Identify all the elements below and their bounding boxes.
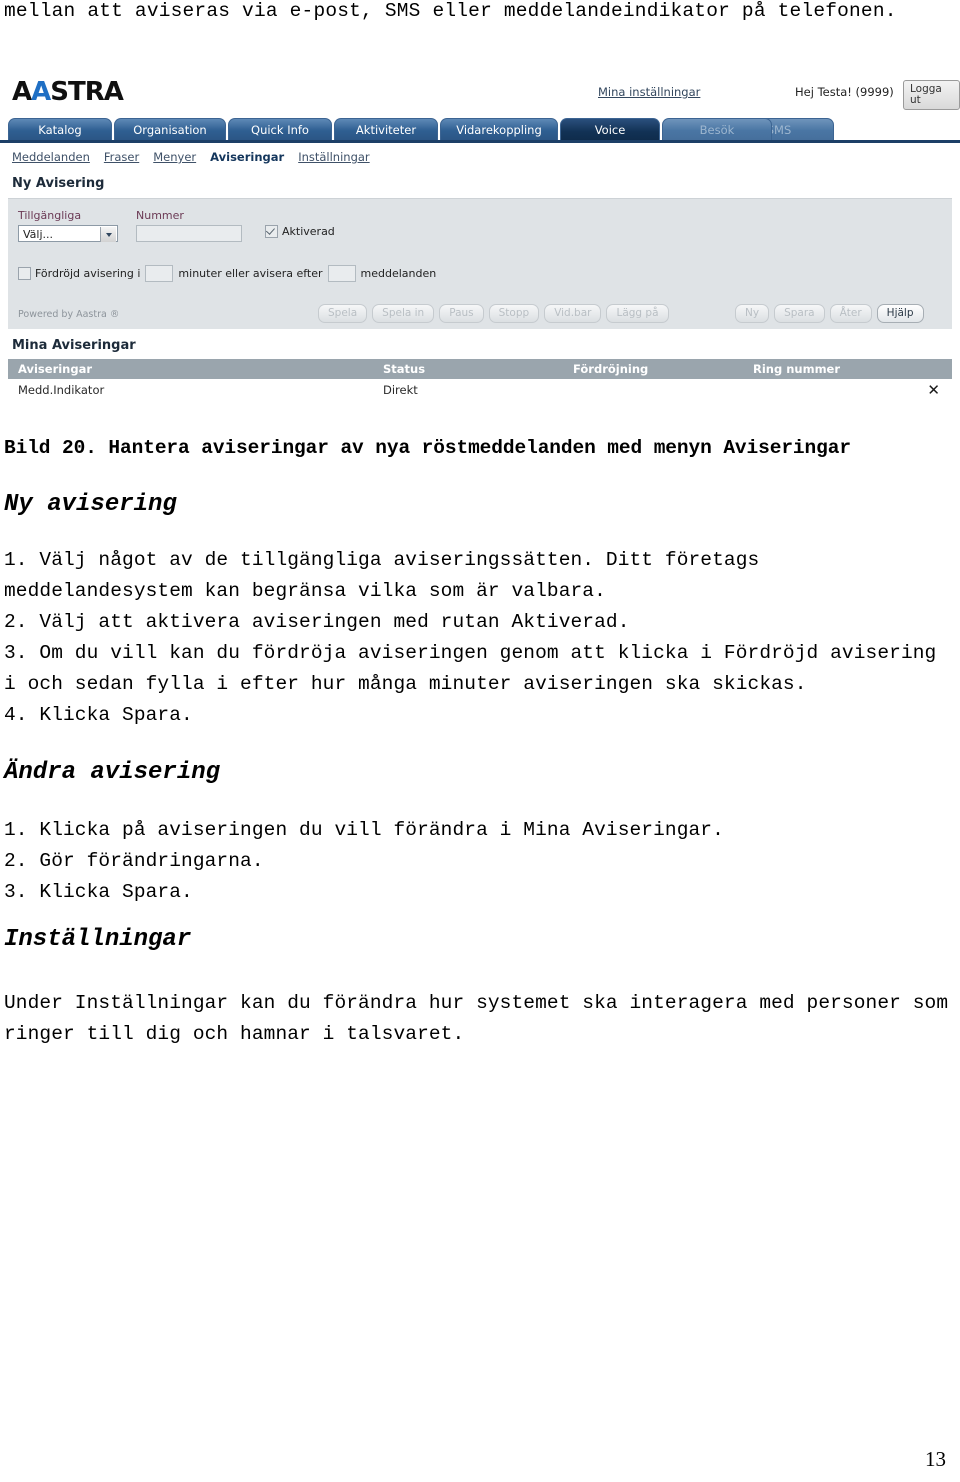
delay-messages-input[interactable] (327, 265, 356, 282)
delay-middle-label: minuter eller avisera efter (178, 267, 323, 280)
button-ny: Ny (735, 304, 770, 323)
tab-vidarekoppling[interactable]: Vidarekoppling (440, 118, 558, 140)
delay-minutes-input[interactable] (145, 265, 174, 282)
button--ter: Åter (829, 304, 872, 323)
column-header-ring-nummer: Ring nummer (753, 362, 841, 376)
tab-quick-info[interactable]: Quick Info (228, 118, 332, 140)
intro-paragraph: mellan att aviseras via e-post, SMS elle… (4, 0, 897, 22)
paragraph-installningar: Under Inställningar kan du förändra hur … (4, 992, 949, 1045)
delay-suffix-label: meddelanden (360, 267, 437, 280)
action-button-group: Ny Spara Åter Hjälp (735, 304, 924, 323)
figure-caption: Bild 20. Hantera aviseringar av nya röst… (4, 437, 851, 459)
chevron-down-icon[interactable] (100, 227, 116, 242)
column-header-fordrojning: Fördröjning (573, 362, 649, 376)
checkbox-icon-aktiverad[interactable] (265, 225, 278, 238)
button-spela: Spela (318, 304, 368, 323)
steps-andra-avisering: 1. Klicka på aviseringen du vill förändr… (4, 819, 724, 903)
notifications-table: Aviseringar Status Fördröjning Ring numm… (8, 359, 952, 401)
fordrojd-label: Fördröjd avisering i (35, 267, 141, 280)
button-hj-lp[interactable]: Hjälp (876, 304, 924, 323)
aktiverad-label: Aktiverad (282, 225, 335, 238)
steps-ny-avisering: 1. Välj något av de tillgängliga aviseri… (4, 549, 937, 726)
button-l-gg-p-: Lägg på (606, 304, 669, 323)
tab-katalog[interactable]: Katalog (8, 118, 112, 140)
button-spara: Spara (774, 304, 825, 323)
column-header-status: Status (383, 362, 426, 376)
heading-andra-avisering: Ändra avisering (4, 759, 221, 786)
delayed-notification-row: Fördröjd avisering i minuter eller avise… (18, 265, 436, 282)
powered-by-text: Powered by Aastra ® (18, 309, 120, 320)
button-paus: Paus (439, 304, 484, 323)
user-greeting: Hej Testa! (9999) (795, 85, 894, 99)
logo-letter-2: A (31, 77, 51, 107)
table-row[interactable]: Medd.Indikator Direkt ✕ (8, 379, 952, 401)
label-nummer: Nummer (136, 209, 184, 222)
logout-button[interactable]: Logga ut (903, 80, 960, 110)
button-vid-bar: Vid.bar (544, 304, 602, 323)
subnav-item-aviseringar[interactable]: Aviseringar (210, 150, 284, 164)
logo-text: STRA (50, 77, 124, 107)
subnav-item-fraser[interactable]: Fraser (104, 150, 139, 164)
sub-navigation: Meddelanden Fraser Menyer Aviseringar Instäl… (0, 146, 960, 166)
label-tillgangliga: Tillgängliga (18, 209, 82, 222)
aktiverad-checkbox-row[interactable]: Aktiverad (265, 225, 335, 238)
list-section-title: Mina Aviseringar (12, 338, 136, 353)
column-header-aviseringar: Aviseringar (18, 362, 93, 376)
subnav-item-menyer[interactable]: Menyer (153, 150, 196, 164)
checkbox-icon-fordrojd[interactable] (18, 267, 31, 280)
tab-voice[interactable]: Voice (560, 118, 660, 140)
page-number: 13 (925, 1447, 946, 1471)
tab-organisation[interactable]: Organisation (114, 118, 226, 140)
cell-aviseringar: Medd.Indikator (18, 383, 105, 397)
button-spela-in: Spela in (372, 304, 435, 323)
table-header-row: Aviseringar Status Fördröjning Ring numm… (8, 359, 952, 379)
tab-aktiviteter[interactable]: Aktiviteter (334, 118, 438, 140)
form-section-title: Ny Avisering (12, 176, 105, 191)
close-icon[interactable]: ✕ (903, 381, 952, 399)
tillgangliga-select[interactable]: Välj... (18, 225, 118, 242)
aastra-logo: AASTRA (12, 77, 124, 107)
logo-letter-1: A (12, 77, 32, 107)
mina-installningar-link[interactable]: Mina inställningar (598, 85, 700, 99)
button-stopp: Stopp (488, 304, 540, 323)
subnav-item-meddelanden[interactable]: Meddelanden (12, 150, 90, 164)
cell-status: Direkt (383, 383, 418, 397)
app-header-bar: AASTRA Mina inställningar Hej Testa! (99… (0, 72, 960, 116)
player-button-group: Spela Spela in Paus Stopp Vid.bar Lägg på (318, 304, 669, 323)
tab-bes-k[interactable]: Besök (662, 118, 772, 140)
heading-installningar: Inställningar (4, 926, 192, 953)
subnav-item-inst-llningar[interactable]: Inställningar (298, 150, 369, 164)
main-tab-strip: Katalog Organisation Quick Info Aktiviteter… (0, 118, 960, 143)
new-notification-form: Tillgängliga Nummer Välj... Aktiverad Fö… (8, 198, 952, 329)
select-value: Välj... (23, 228, 54, 241)
heading-ny-avisering: Ny avisering (4, 491, 177, 518)
embedded-app-screenshot: AASTRA Mina inställningar Hej Testa! (99… (0, 72, 960, 432)
nummer-input[interactable] (136, 225, 242, 242)
